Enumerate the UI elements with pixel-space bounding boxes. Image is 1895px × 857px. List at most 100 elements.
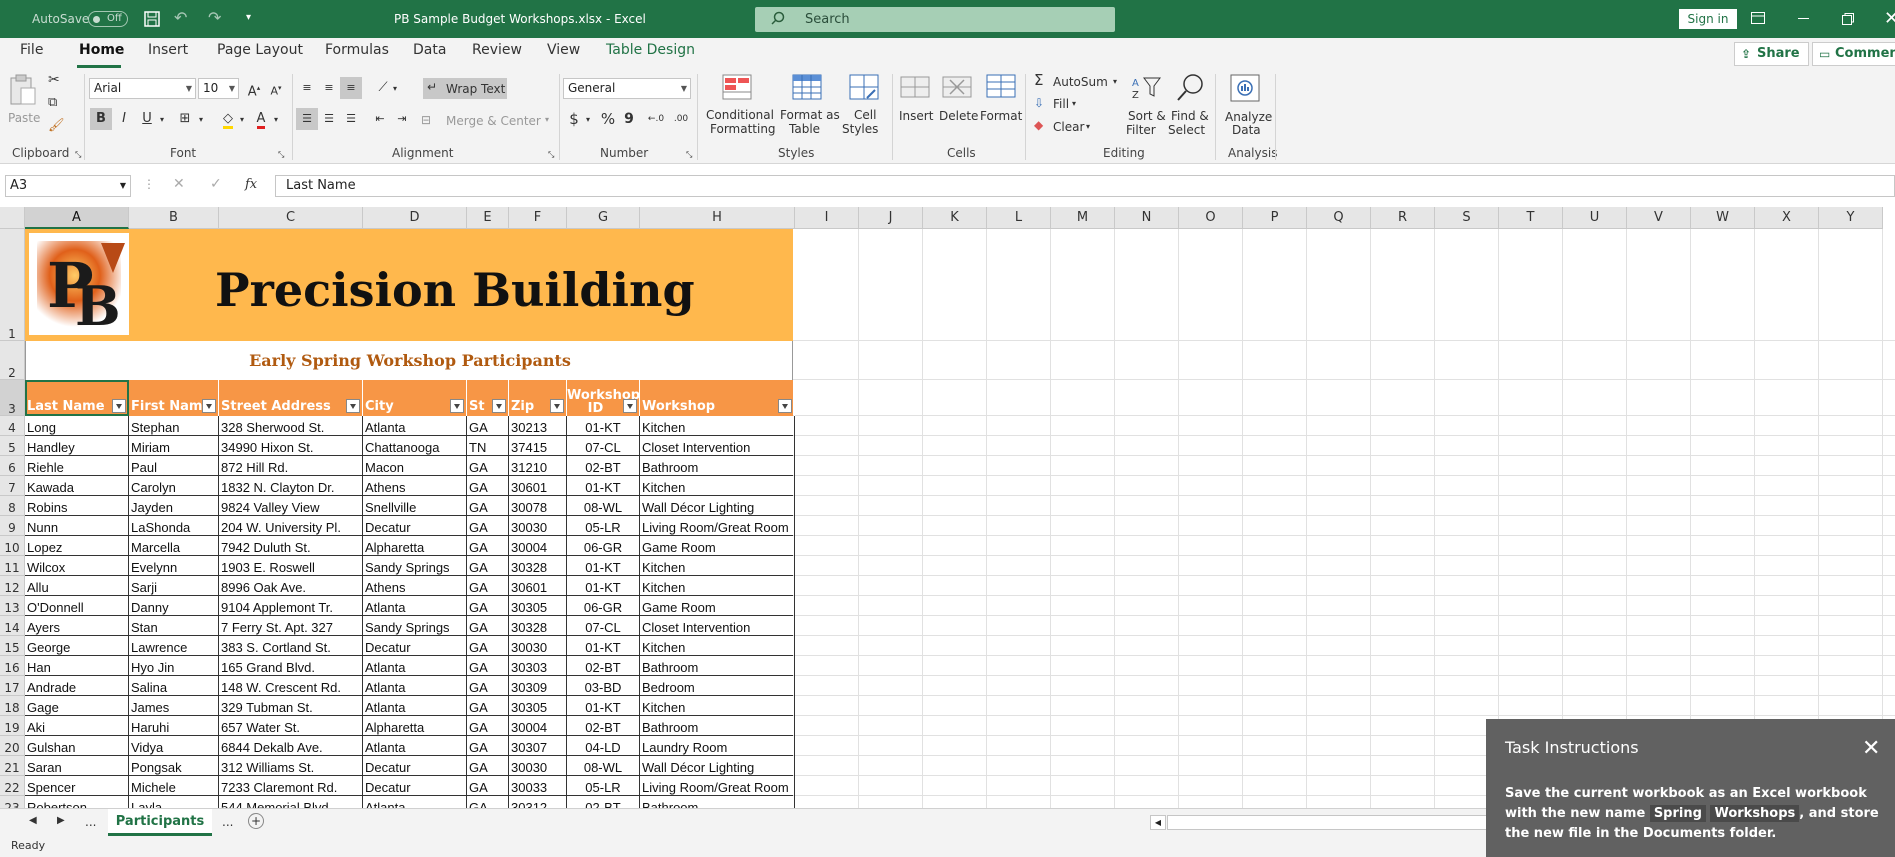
table-cell[interactable]: GA: [467, 496, 509, 516]
tab-formulas[interactable]: Formulas: [325, 42, 389, 58]
row-header-13[interactable]: 13: [0, 596, 25, 616]
wrap-text-button[interactable]: ↵ Wrap Text: [423, 78, 507, 99]
table-cell[interactable]: 7233 Claremont Rd.: [219, 776, 363, 796]
column-header-b[interactable]: B: [129, 207, 219, 229]
table-cell[interactable]: Allu: [25, 576, 129, 596]
column-header-k[interactable]: K: [923, 207, 987, 229]
font-size-combo[interactable]: 10 ▼: [198, 78, 239, 99]
table-cell[interactable]: James: [129, 696, 219, 716]
column-header-j[interactable]: J: [859, 207, 923, 229]
table-cell[interactable]: GA: [467, 536, 509, 556]
table-cell[interactable]: GA: [467, 416, 509, 436]
clipboard-launcher-icon[interactable]: ⤡: [75, 150, 81, 160]
table-cell[interactable]: GA: [467, 656, 509, 676]
table-cell[interactable]: Sarji: [129, 576, 219, 596]
table-cell[interactable]: Carolyn: [129, 476, 219, 496]
table-cell[interactable]: GA: [467, 616, 509, 636]
format-as-table-icon[interactable]: [792, 74, 824, 104]
table-cell[interactable]: 34990 Hixon St.: [219, 436, 363, 456]
restore-icon[interactable]: [1842, 13, 1854, 25]
tab-table-design[interactable]: Table Design: [606, 42, 695, 58]
column-header-g[interactable]: G: [567, 207, 640, 229]
table-cell[interactable]: 30307: [509, 736, 567, 756]
redo-icon[interactable]: ↷: [208, 8, 221, 27]
table-cell[interactable]: 06-GR: [567, 536, 640, 556]
table-cell[interactable]: 1832 N. Clayton Dr.: [219, 476, 363, 496]
borders-icon[interactable]: ⊞: [174, 108, 196, 130]
table-cell[interactable]: Kawada: [25, 476, 129, 496]
table-cell[interactable]: Kitchen: [640, 556, 795, 576]
table-cell[interactable]: Gage: [25, 696, 129, 716]
table-cell[interactable]: Andrade: [25, 676, 129, 696]
table-cell[interactable]: 01-KT: [567, 476, 640, 496]
table-cell[interactable]: 30004: [509, 536, 567, 556]
clear-label[interactable]: Clear: [1053, 120, 1084, 134]
font-name-combo[interactable]: Arial ▼: [89, 78, 196, 99]
header-cell[interactable]: Workshop: [640, 380, 795, 416]
table-cell[interactable]: Pongsak: [129, 756, 219, 776]
table-cell[interactable]: 08-WL: [567, 756, 640, 776]
find-select-label-1[interactable]: Find &: [1171, 109, 1209, 123]
more-sheets-left[interactable]: ...: [85, 815, 96, 829]
table-cell[interactable]: Atlanta: [363, 596, 467, 616]
table-cell[interactable]: Bedroom: [640, 676, 795, 696]
table-cell[interactable]: 30328: [509, 556, 567, 576]
table-cell[interactable]: Lawrence: [129, 636, 219, 656]
tab-review[interactable]: Review: [472, 42, 522, 58]
row-header-19[interactable]: 19: [0, 716, 25, 736]
column-header-s[interactable]: S: [1435, 207, 1499, 229]
table-cell[interactable]: Vidya: [129, 736, 219, 756]
table-cell[interactable]: Aki: [25, 716, 129, 736]
table-cell[interactable]: 30078: [509, 496, 567, 516]
table-cell[interactable]: Robertson: [25, 796, 129, 808]
chevron-down-icon[interactable]: ▾: [199, 115, 203, 124]
column-header-f[interactable]: F: [509, 207, 567, 229]
table-cell[interactable]: 30328: [509, 616, 567, 636]
table-cell[interactable]: 7942 Duluth St.: [219, 536, 363, 556]
table-cell[interactable]: Snellville: [363, 496, 467, 516]
share-button[interactable]: ⇪ Share: [1734, 42, 1809, 66]
find-select-label-2[interactable]: Select: [1168, 123, 1205, 137]
horizontal-scrollbar[interactable]: [1167, 815, 1497, 830]
table-cell[interactable]: Kitchen: [640, 576, 795, 596]
table-cell[interactable]: 08-WL: [567, 496, 640, 516]
table-cell[interactable]: 30601: [509, 576, 567, 596]
table-cell[interactable]: Marcella: [129, 536, 219, 556]
search-box[interactable]: Search: [755, 7, 1115, 32]
filter-dropdown-icon[interactable]: [550, 399, 564, 413]
ribbon-display-icon[interactable]: [1751, 12, 1765, 24]
row-header-11[interactable]: 11: [0, 556, 25, 576]
table-cell[interactable]: Nunn: [25, 516, 129, 536]
table-cell[interactable]: 7 Ferry St. Apt. 327: [219, 616, 363, 636]
merge-center-icon[interactable]: ⊟: [421, 113, 431, 127]
table-cell[interactable]: 8996 Oak Ave.: [219, 576, 363, 596]
sheet-tab-participants[interactable]: Participants: [108, 809, 212, 836]
table-cell[interactable]: Bathroom: [640, 716, 795, 736]
conditional-formatting-icon[interactable]: [722, 74, 754, 104]
sort-filter-label-2[interactable]: Filter: [1126, 123, 1156, 137]
table-cell[interactable]: Salina: [129, 676, 219, 696]
table-cell[interactable]: Decatur: [363, 776, 467, 796]
filter-dropdown-icon[interactable]: [778, 399, 792, 413]
table-cell[interactable]: 04-LD: [567, 736, 640, 756]
table-cell[interactable]: Kitchen: [640, 416, 795, 436]
table-cell[interactable]: GA: [467, 676, 509, 696]
table-cell[interactable]: GA: [467, 516, 509, 536]
table-cell[interactable]: 01-KT: [567, 556, 640, 576]
tab-view[interactable]: View: [547, 42, 580, 58]
scroll-left-icon[interactable]: ◀: [29, 815, 37, 826]
table-cell[interactable]: Bathroom: [640, 656, 795, 676]
table-cell[interactable]: Bathroom: [640, 796, 795, 808]
table-cell[interactable]: 30305: [509, 596, 567, 616]
table-cell[interactable]: Atlanta: [363, 676, 467, 696]
chevron-down-icon[interactable]: ▾: [1086, 122, 1090, 131]
tab-home[interactable]: Home: [79, 42, 124, 58]
table-cell[interactable]: 01-KT: [567, 576, 640, 596]
table-cell[interactable]: Atlanta: [363, 696, 467, 716]
table-cell[interactable]: Atlanta: [363, 796, 467, 808]
chevron-down-icon[interactable]: ▾: [1072, 99, 1076, 108]
column-header-i[interactable]: I: [795, 207, 859, 229]
table-cell[interactable]: 1903 E. Roswell: [219, 556, 363, 576]
table-cell[interactable]: Alpharetta: [363, 536, 467, 556]
minimize-icon[interactable]: [1798, 18, 1809, 19]
